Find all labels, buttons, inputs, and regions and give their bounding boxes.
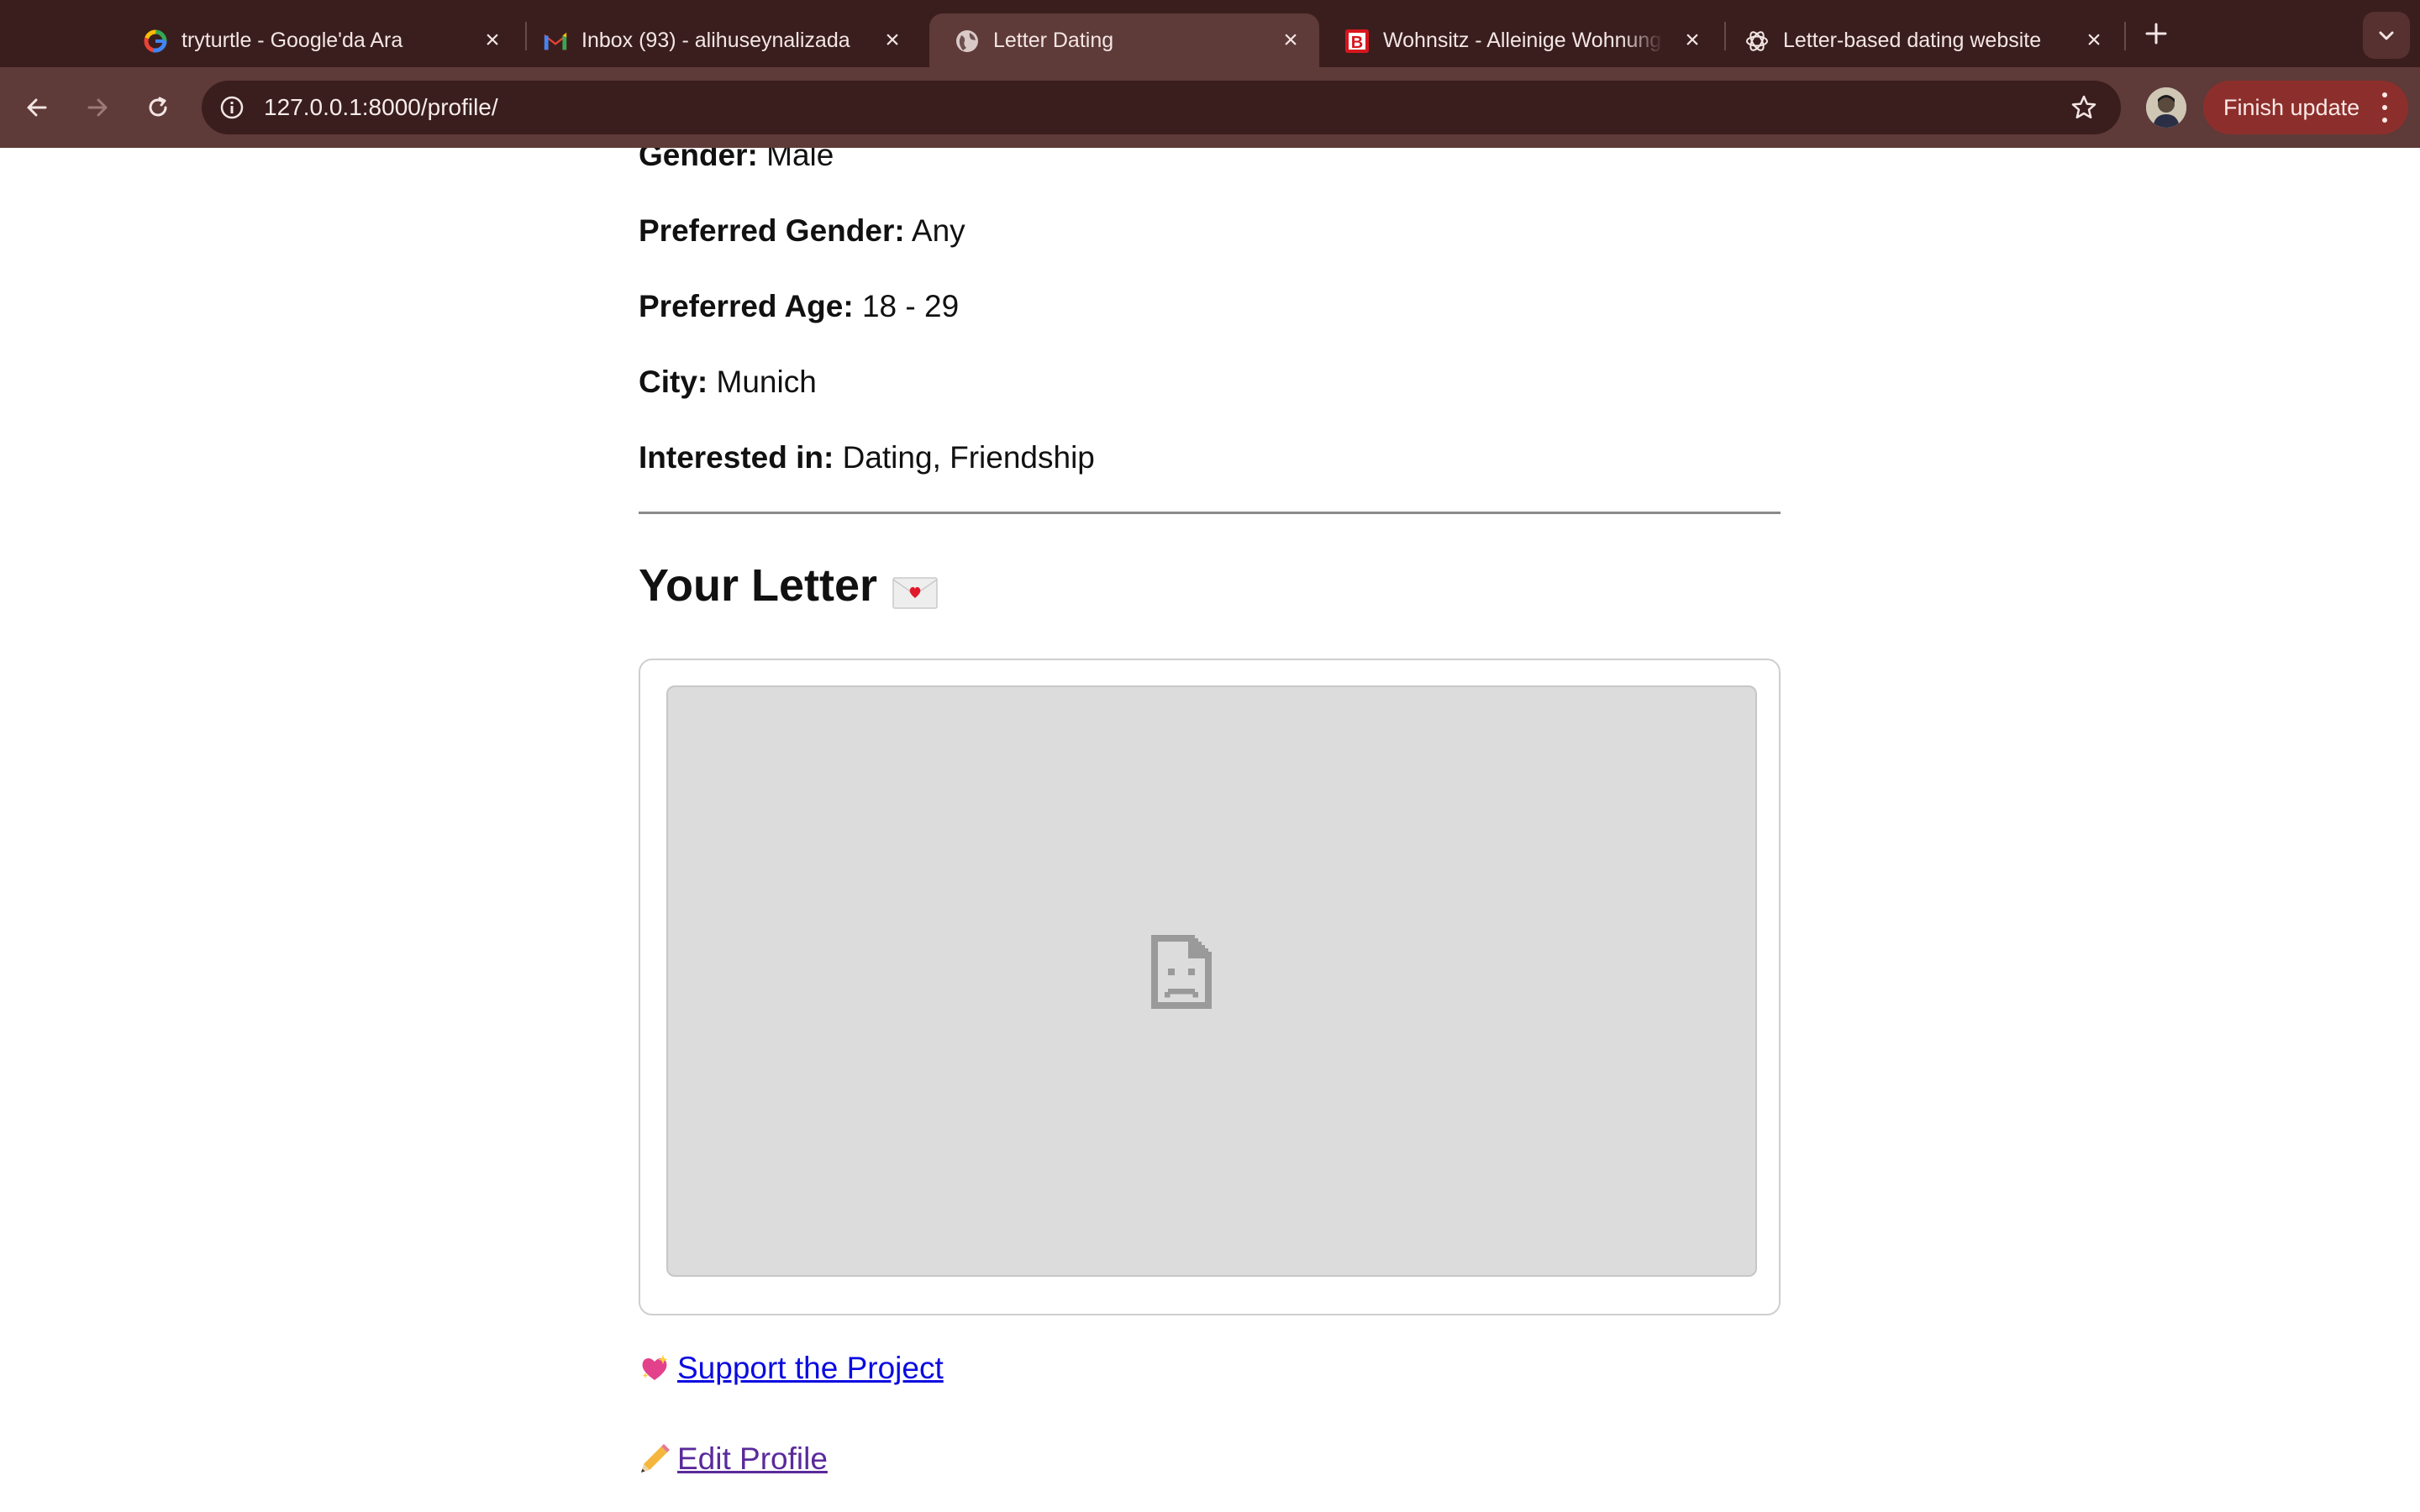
field-label: Interested in: bbox=[639, 440, 834, 475]
letter-embed-frame[interactable] bbox=[666, 685, 1757, 1277]
edit-profile-link[interactable]: Edit Profile bbox=[639, 1441, 828, 1477]
browser-toolbar: 127.0.0.1:8000/profile/ Finish update bbox=[0, 67, 2420, 148]
page-content: Gender: Male Preferred Gender: Any Prefe… bbox=[0, 148, 2420, 1512]
chevron-down-icon bbox=[2379, 31, 2394, 40]
tab-separator bbox=[2124, 22, 2126, 50]
tab-title: Inbox (93) - alihuseynalizada bbox=[581, 29, 850, 52]
close-icon[interactable]: × bbox=[1276, 25, 1306, 55]
tab-title: tryturtle - Google'da Ara bbox=[182, 29, 403, 52]
field-label: Preferred Gender: bbox=[639, 213, 905, 248]
profile-field-preferred-age: Preferred Age: 18 - 29 bbox=[639, 289, 959, 324]
field-value: Munich bbox=[716, 365, 817, 399]
field-value: Male bbox=[766, 148, 834, 172]
tab-letter-based-dating-website[interactable]: Letter-based dating website × bbox=[1719, 13, 2123, 67]
svg-text:B: B bbox=[1351, 34, 1363, 52]
avatar-icon bbox=[2146, 87, 2186, 128]
close-icon[interactable]: × bbox=[477, 25, 508, 55]
pencil-icon bbox=[639, 1443, 671, 1475]
close-icon[interactable]: × bbox=[2079, 25, 2109, 55]
reload-button[interactable] bbox=[138, 87, 178, 128]
finish-update-button[interactable]: Finish update bbox=[2203, 81, 2408, 134]
google-icon bbox=[143, 29, 168, 54]
sparkling-heart-icon bbox=[639, 1352, 671, 1384]
tab-title: Letter Dating bbox=[993, 29, 1114, 52]
url-text: 127.0.0.1:8000/profile/ bbox=[264, 94, 498, 120]
support-project-link[interactable]: Support the Project bbox=[639, 1351, 944, 1386]
profile-field-city: City: Munich bbox=[639, 365, 817, 400]
forward-button[interactable] bbox=[77, 87, 118, 128]
site-info-icon[interactable] bbox=[213, 89, 250, 126]
tab-title: Letter-based dating website bbox=[1783, 29, 2042, 52]
chatgpt-icon bbox=[1744, 29, 1770, 54]
bookmark-star-icon[interactable] bbox=[2065, 89, 2102, 126]
kebab-menu-icon bbox=[2380, 92, 2390, 123]
tab-gmail-inbox[interactable]: Inbox (93) - alihuseynalizada × bbox=[518, 13, 921, 67]
support-project-label: Support the Project bbox=[677, 1351, 944, 1385]
field-label: Preferred Age: bbox=[639, 289, 854, 323]
finish-update-label: Finish update bbox=[2223, 94, 2360, 120]
field-label: City: bbox=[639, 365, 708, 399]
tab-title: Wohnsitz - Alleinige Wohnung bbox=[1383, 29, 1662, 52]
section-divider bbox=[639, 512, 1781, 514]
letter-card bbox=[639, 659, 1781, 1315]
profile-field-preferred-gender: Preferred Gender: Any bbox=[639, 213, 965, 249]
tab-search-button[interactable] bbox=[2363, 12, 2410, 59]
field-value: 18 - 29 bbox=[861, 289, 960, 323]
arrow-right-icon bbox=[87, 98, 108, 117]
address-bar[interactable]: 127.0.0.1:8000/profile/ bbox=[202, 81, 2121, 134]
profile-avatar[interactable] bbox=[2146, 87, 2186, 128]
field-value: Any bbox=[911, 213, 965, 248]
letter-heading-text: Your Letter bbox=[639, 560, 878, 611]
tab-letter-dating[interactable]: Letter Dating × bbox=[929, 13, 1319, 67]
gmail-icon bbox=[543, 29, 568, 54]
tab-strip: tryturtle - Google'da Ara × Inbox (93) -… bbox=[0, 0, 2420, 67]
profile-field-interested-in: Interested in: Dating, Friendship bbox=[639, 440, 1095, 475]
letter-heading: Your Letter bbox=[639, 559, 938, 612]
globe-icon bbox=[955, 29, 980, 54]
arrow-left-icon bbox=[27, 98, 47, 117]
love-letter-icon bbox=[892, 569, 938, 609]
field-label: Gender: bbox=[639, 148, 758, 172]
reload-icon bbox=[149, 97, 167, 117]
b-brand-icon: B bbox=[1344, 29, 1370, 54]
field-value: Dating, Friendship bbox=[842, 440, 1095, 475]
plus-icon bbox=[2145, 23, 2167, 45]
tab-wohnsitz[interactable]: B Wohnsitz - Alleinige Wohnung × bbox=[1319, 13, 1723, 67]
edit-profile-label: Edit Profile bbox=[677, 1441, 828, 1476]
broken-document-icon bbox=[1151, 935, 1212, 1009]
tab-google-search[interactable]: tryturtle - Google'da Ara × bbox=[118, 13, 521, 67]
close-icon[interactable]: × bbox=[877, 25, 908, 55]
back-button[interactable] bbox=[17, 87, 57, 128]
profile-field-gender: Gender: Male bbox=[639, 148, 834, 173]
close-icon[interactable]: × bbox=[1677, 25, 1707, 55]
new-tab-button[interactable] bbox=[2138, 15, 2175, 52]
